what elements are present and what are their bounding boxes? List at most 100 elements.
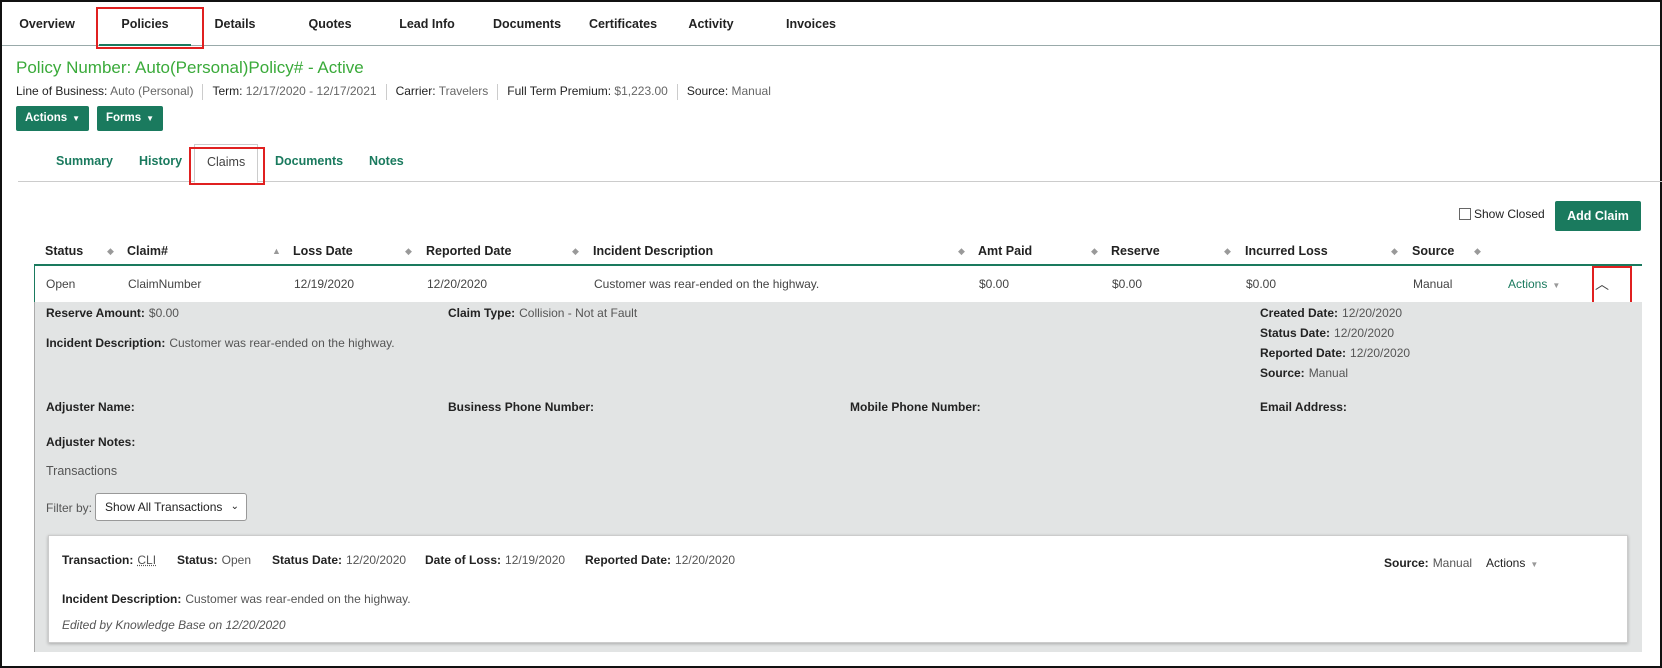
created-date-value: 12/20/2020: [1342, 306, 1403, 320]
txn-status-date-label: Status Date:: [272, 553, 343, 567]
created-date-label: Created Date:: [1260, 306, 1339, 320]
col-incurred-loss[interactable]: Incurred Loss: [1245, 236, 1328, 266]
divider: [202, 84, 204, 100]
col-reserve[interactable]: Reserve: [1111, 236, 1160, 266]
filter-label: Filter by:: [46, 501, 93, 515]
chevron-down-icon: ⌄: [230, 501, 239, 512]
sort-icon[interactable]: ◆: [1091, 236, 1098, 266]
transactions-title: Transactions: [46, 464, 118, 478]
policy-meta: Line of Business: Auto (Personal) Term: 1…: [16, 84, 771, 100]
reserve-amount-label: Reserve Amount:: [46, 306, 145, 320]
claims-table-header: Status ◆ Claim# ▲ Loss Date ◆ Reported D…: [34, 236, 1642, 266]
claim-amt-paid: $0.00: [979, 277, 1010, 291]
txn-reported-value: 12/20/2020: [675, 553, 736, 567]
tab-details[interactable]: Details: [202, 2, 268, 46]
reported-date-label: Reported Date:: [1260, 346, 1347, 360]
reported-date-field: Reported Date: 12/20/2020: [1260, 346, 1410, 360]
transaction-label: Transaction:: [62, 553, 134, 567]
reserve-amount-field: Reserve Amount: $0.00: [46, 306, 179, 320]
page-title: Policy Number: Auto(Personal)Policy# - A…: [16, 58, 364, 77]
edited-by-note: Edited by Knowledge Base on 12/20/2020: [62, 618, 286, 632]
highlight-collapse-button: [1592, 266, 1632, 306]
claim-source: Manual: [1413, 277, 1453, 291]
txn-reported-field: Reported Date: 12/20/2020: [585, 553, 735, 567]
divider: [497, 84, 499, 100]
lob-label: Line of Business:: [16, 84, 108, 99]
term-value: 12/17/2020 - 12/17/2021: [245, 84, 377, 99]
caret-down-icon: ▼: [146, 114, 155, 123]
show-closed-label: Show Closed: [1474, 207, 1545, 221]
col-amt-paid[interactable]: Amt Paid: [978, 236, 1032, 266]
business-phone-label: Business Phone Number:: [448, 400, 595, 414]
forms-dropdown-button[interactable]: Forms ▼: [97, 106, 164, 131]
tab-certificates[interactable]: Certificates: [574, 2, 672, 46]
txn-loss-date-field: Date of Loss: 12/19/2020: [425, 553, 565, 567]
col-loss-date[interactable]: Loss Date: [293, 236, 353, 266]
table-row[interactable]: Open ClaimNumber 12/19/2020 12/20/2020 C…: [34, 266, 1642, 302]
row-actions-label: Actions: [1508, 277, 1548, 291]
sort-icon[interactable]: ◆: [1224, 236, 1231, 266]
col-reported-date[interactable]: Reported Date: [426, 236, 511, 266]
txn-incident-value: Customer was rear-ended on the highway.: [185, 592, 411, 606]
txn-loss-label: Date of Loss:: [425, 553, 502, 567]
caret-down-icon: ▼: [1552, 281, 1561, 290]
tab-overview[interactable]: Overview: [12, 2, 82, 46]
lob-value: Auto (Personal): [110, 84, 194, 99]
sort-asc-icon[interactable]: ▲: [272, 236, 281, 266]
carrier-value: Travelers: [438, 84, 489, 99]
txn-incident-label: Incident Description:: [62, 592, 182, 606]
source-field: Source: Manual: [1260, 366, 1348, 380]
sort-icon[interactable]: ◆: [958, 236, 965, 266]
transaction-field: Transaction: CLI: [62, 553, 156, 567]
show-closed-checkbox[interactable]: Show Closed: [1459, 207, 1545, 221]
transaction-code[interactable]: CLI: [137, 553, 156, 567]
incident-value: Customer was rear-ended on the highway.: [169, 336, 395, 350]
sort-icon[interactable]: ◆: [572, 236, 579, 266]
txn-incident-field: Incident Description: Customer was rear-e…: [62, 592, 411, 606]
forms-button-label: Forms: [106, 112, 142, 124]
tab-quotes[interactable]: Quotes: [297, 2, 363, 46]
adjuster-notes-label: Adjuster Notes:: [46, 435, 136, 449]
transaction-card: Transaction: CLI Status: Open Status Date:…: [48, 535, 1628, 643]
row-actions-dropdown[interactable]: Actions ▼: [1508, 266, 1560, 304]
claim-description: Customer was rear-ended on the highway.: [594, 277, 820, 291]
tab-documents[interactable]: Documents: [482, 2, 572, 46]
subtab-history[interactable]: History: [139, 144, 182, 182]
claim-type-label: Claim Type:: [448, 306, 516, 320]
claim-number: ClaimNumber: [128, 277, 202, 291]
incident-description-field: Incident Description: Customer was rear-e…: [46, 336, 395, 350]
filter-select[interactable]: Show All Transactions ⌄: [95, 493, 247, 521]
incident-label: Incident Description:: [46, 336, 166, 350]
sort-icon[interactable]: ◆: [1391, 236, 1398, 266]
status-date-field: Status Date: 12/20/2020: [1260, 326, 1394, 340]
email-address-label: Email Address:: [1260, 400, 1347, 414]
add-claim-button[interactable]: Add Claim: [1555, 201, 1641, 231]
txn-loss-value: 12/19/2020: [505, 553, 566, 567]
tab-lead-info[interactable]: Lead Info: [390, 2, 464, 46]
col-claim[interactable]: Claim#: [127, 236, 168, 266]
actions-dropdown-button[interactable]: Actions ▼: [16, 106, 90, 131]
reported-date-value: 12/20/2020: [1350, 346, 1411, 360]
top-nav: Overview Policies Details Quotes Lead In…: [2, 2, 1660, 46]
col-status[interactable]: Status: [45, 236, 83, 266]
caret-down-icon: ▼: [72, 114, 81, 123]
tab-activity[interactable]: Activity: [676, 2, 746, 46]
created-date-field: Created Date: 12/20/2020: [1260, 306, 1402, 320]
txn-actions-dropdown[interactable]: Actions ▼: [1486, 556, 1538, 570]
caret-down-icon: ▼: [1530, 560, 1539, 569]
tab-invoices[interactable]: Invoices: [774, 2, 848, 46]
claim-status: Open: [46, 277, 76, 291]
col-source[interactable]: Source: [1412, 236, 1454, 266]
sort-icon[interactable]: ◆: [405, 236, 412, 266]
divider: [385, 84, 387, 100]
sort-icon[interactable]: ◆: [107, 236, 114, 266]
txn-source-value: Manual: [1432, 556, 1473, 570]
col-incident-description[interactable]: Incident Description: [593, 236, 713, 266]
sort-icon[interactable]: ◆: [1474, 236, 1481, 266]
txn-source-field: Source: Manual: [1384, 556, 1472, 570]
subtab-documents[interactable]: Documents: [275, 144, 343, 182]
subtab-notes[interactable]: Notes: [369, 144, 404, 182]
txn-source-label: Source:: [1384, 556, 1429, 570]
checkbox-icon[interactable]: [1459, 208, 1471, 220]
subtab-summary[interactable]: Summary: [56, 144, 113, 182]
